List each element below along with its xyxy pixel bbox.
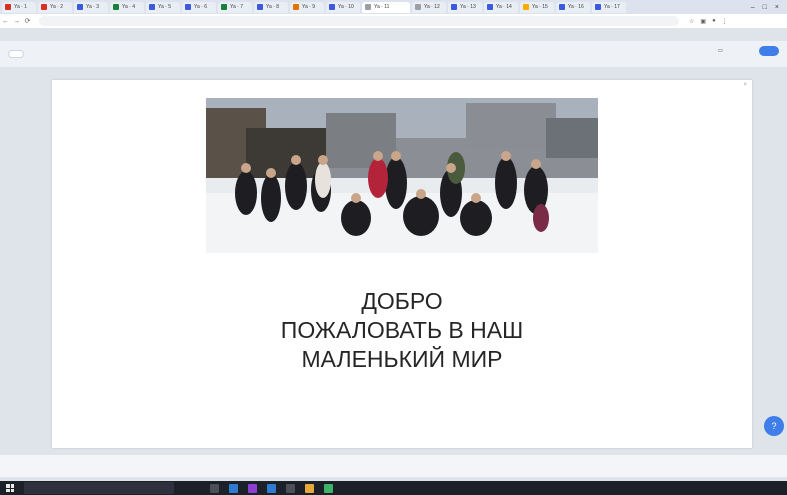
tab-label: Ya · 15 (532, 4, 548, 10)
welcome-heading: ДОБРО ПОЖАЛОВАТЬ В НАШ МАЛЕНЬКИЙ МИР (52, 287, 752, 374)
tab-label: Ya · 9 (302, 4, 315, 10)
tab-label: Ya · 5 (158, 4, 171, 10)
tab-label: Ya · 8 (266, 4, 279, 10)
browser-tab[interactable]: Ya · 8 (254, 1, 288, 13)
extensions-icon[interactable]: ▣ (700, 18, 706, 25)
tab-label: Ya · 10 (338, 4, 354, 10)
tab-favicon-icon (41, 4, 47, 10)
tab-favicon-icon (257, 4, 263, 10)
minimize-icon[interactable]: – (751, 4, 755, 11)
help-button[interactable]: ? (764, 416, 784, 436)
app-icon[interactable] (324, 483, 333, 493)
forward-icon[interactable]: → (11, 18, 22, 25)
app-icon[interactable] (248, 483, 257, 493)
device-toggle-icon[interactable]: ▭ (718, 48, 723, 54)
tab-label: Ya · 11 (374, 4, 390, 10)
tab-label: Ya · 16 (568, 4, 584, 10)
browser-tab[interactable]: Ya · 2 (38, 1, 72, 13)
tab-favicon-icon (113, 4, 119, 10)
address-bar-row: ← → ⟳ ☆ ▣ ● ⋮ (0, 14, 787, 28)
tab-label: Ya · 1 (14, 4, 27, 10)
address-input[interactable] (39, 16, 679, 26)
tab-label: Ya · 13 (460, 4, 476, 10)
windows-start-icon[interactable] (6, 484, 14, 492)
welcome-line-3: МАЛЕНЬКИЙ МИР (301, 346, 503, 372)
menu-icon[interactable]: ⋮ (722, 18, 728, 25)
tab-favicon-icon (77, 4, 83, 10)
welcome-line-2: ПОЖАЛОВАТЬ В НАШ (280, 317, 524, 343)
tab-favicon-icon (595, 4, 601, 10)
page-canvas: × ДОБРО ПОЖАЛОВАТЬ В НАШ МАЛЕНЬКИЙ МИР (52, 80, 752, 448)
toolbar-right: ▭ (718, 46, 779, 56)
tab-favicon-icon (415, 4, 421, 10)
close-icon[interactable]: × (775, 4, 779, 11)
extension-icons: ☆ ▣ ● ⋮ (689, 18, 728, 25)
tab-favicon-icon (5, 4, 11, 10)
task-view-icon[interactable] (210, 483, 219, 493)
profile-icon[interactable]: ● (712, 18, 716, 25)
taskbar-apps (210, 483, 333, 493)
browser-tab[interactable]: Ya · 13 (448, 1, 482, 13)
browser-tab[interactable]: Ya · 7 (218, 1, 252, 13)
browser-tab[interactable]: Ya · 4 (110, 1, 144, 13)
window-controls: – □ × (751, 4, 787, 11)
browser-tab[interactable]: Ya · 15 (520, 1, 554, 13)
editor-footer (0, 455, 787, 477)
tab-favicon-icon (329, 4, 335, 10)
tab-favicon-icon (523, 4, 529, 10)
edge-icon[interactable] (229, 483, 238, 493)
tab-favicon-icon (487, 4, 493, 10)
browser-tab[interactable]: Ya · 17 (592, 1, 626, 13)
mail-icon[interactable] (267, 483, 276, 493)
taskbar-search-input[interactable] (24, 482, 174, 494)
close-icon[interactable]: × (743, 82, 747, 88)
tab-favicon-icon (293, 4, 299, 10)
tab-favicon-icon (149, 4, 155, 10)
welcome-line-1: ДОБРО (361, 288, 443, 314)
tab-label: Ya · 12 (424, 4, 440, 10)
browser-tab[interactable]: Ya · 3 (74, 1, 108, 13)
browser-tab[interactable]: Ya · 16 (556, 1, 590, 13)
explorer-icon[interactable] (286, 483, 295, 493)
browser-tab[interactable]: Ya · 1 (2, 1, 36, 13)
tab-label: Ya · 2 (50, 4, 63, 10)
tab-label: Ya · 4 (122, 4, 135, 10)
os-taskbar (0, 481, 787, 495)
site-pages-button[interactable] (8, 50, 24, 58)
maximize-icon[interactable]: □ (763, 4, 767, 11)
browser-tab[interactable]: Ya · 12 (412, 1, 446, 13)
star-icon[interactable]: ☆ (689, 18, 694, 25)
tab-label: Ya · 6 (194, 4, 207, 10)
browser-tab-strip: Ya · 1 Ya · 2 Ya · 3 Ya · 4 Ya · 5 Ya · 6 Ya ·… (0, 0, 787, 14)
chrome-icon[interactable] (305, 483, 314, 493)
browser-tab[interactable]: Ya · 9 (290, 1, 324, 13)
tab-label: Ya · 14 (496, 4, 512, 10)
back-icon[interactable]: ← (0, 18, 11, 25)
browser-tab[interactable]: Ya · 11 (362, 1, 410, 13)
browser-tab[interactable]: Ya · 14 (484, 1, 518, 13)
tab-favicon-icon (221, 4, 227, 10)
browser-tab[interactable]: Ya · 10 (326, 1, 360, 13)
reload-icon[interactable]: ⟳ (22, 17, 33, 25)
editor-toolbar: ▭ (0, 41, 787, 67)
browser-tab[interactable]: Ya · 6 (182, 1, 216, 13)
tab-favicon-icon (559, 4, 565, 10)
tab-favicon-icon (365, 4, 371, 10)
tab-label: Ya · 7 (230, 4, 243, 10)
tab-favicon-icon (451, 4, 457, 10)
browser-tab[interactable]: Ya · 5 (146, 1, 180, 13)
tab-label: Ya · 3 (86, 4, 99, 10)
tab-label: Ya · 17 (604, 4, 620, 10)
group-photo (206, 98, 598, 253)
publish-button[interactable] (759, 46, 779, 56)
tab-favicon-icon (185, 4, 191, 10)
